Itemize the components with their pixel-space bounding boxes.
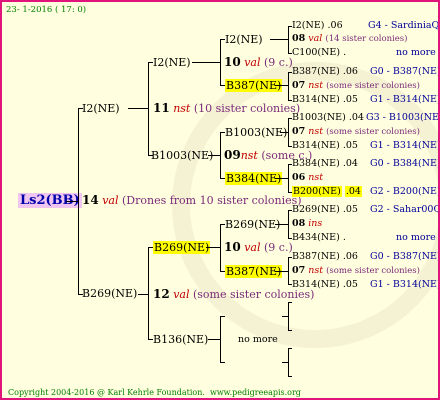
row-b387-g4a[interactable]: B387(NE) .06 bbox=[292, 66, 358, 78]
row-b200-g4[interactable]: B200(NE) .04 bbox=[292, 186, 362, 198]
row-b314-g4a-code: G1 - B314(NE) bbox=[370, 94, 440, 105]
row-b314-g4c-code: G1 - B314(NE) bbox=[370, 279, 440, 290]
pedigree-frame: 23- 1-2016 ( 17: 0) Ls2(BB) 14 val (Dron… bbox=[0, 0, 440, 400]
row-b384-g4-code: G0 - B384(NE) bbox=[370, 158, 440, 169]
node-b1003-g3[interactable]: B1003(NE) bbox=[225, 126, 287, 140]
node-b269-g2[interactable]: B269(NE) bbox=[153, 241, 211, 255]
gen3-drones-10a: 10 val (9 c.) bbox=[224, 55, 293, 69]
row-06-g4: 06 nst bbox=[292, 172, 324, 183]
gen3-drones-10b: 10 val (9 c.) bbox=[224, 240, 293, 254]
node-b269-g3[interactable]: B269(NE) bbox=[225, 218, 280, 232]
date-stamp: 23- 1-2016 ( 17: 0) bbox=[6, 5, 87, 15]
row-i2-g4-code: G4 - SardiniaQ bbox=[368, 20, 440, 31]
row-07-g4c: 07 nst (some sister colonies) bbox=[292, 265, 420, 276]
no-more-b136: no more bbox=[238, 334, 278, 345]
row-b384-g4[interactable]: B384(NE) .04 bbox=[292, 158, 358, 170]
row-08-g4: 08 val (14 sister colonies) bbox=[292, 33, 408, 44]
node-b387-g3a[interactable]: B387(NE) bbox=[225, 79, 283, 93]
node-b387-g3b[interactable]: B387(NE) bbox=[225, 265, 283, 279]
gen1-drones: 14 val (Drones from 10 sister colonies) bbox=[82, 193, 302, 207]
row-b314-g4b-code: G1 - B314(NE) bbox=[370, 140, 440, 151]
row-b434-g4[interactable]: B434(NE) . bbox=[292, 232, 346, 244]
node-i2-g2[interactable]: I2(NE) bbox=[153, 56, 191, 70]
gen2-drones-12: 12 val (some sister colonies) bbox=[153, 287, 315, 301]
row-b314-g4a[interactable]: B314(NE) .05 bbox=[292, 94, 358, 106]
row-b1003-g4[interactable]: B1003(NE) .04 bbox=[292, 112, 364, 124]
row-08-g4b: 08 ins bbox=[292, 218, 323, 229]
row-b434-g4-code: no more bbox=[396, 232, 436, 243]
node-i2-g3[interactable]: I2(NE) bbox=[225, 33, 263, 47]
row-b387-g4b[interactable]: B387(NE) .06 bbox=[292, 251, 358, 263]
node-b384-g3[interactable]: B384(NE) bbox=[225, 172, 283, 186]
row-07-g4b: 07 nst (some sister colonies) bbox=[292, 126, 420, 137]
footer: Copyright 2004-2016 @ Karl Kehrle Founda… bbox=[8, 388, 301, 397]
row-b269-g4[interactable]: B269(NE) .05 bbox=[292, 204, 358, 216]
row-07-g4a: 07 nst (some sister colonies) bbox=[292, 80, 420, 91]
row-i2-g4[interactable]: I2(NE) .06 bbox=[292, 20, 343, 32]
gen2-drones-11: 11 nst (10 sister colonies) bbox=[153, 101, 301, 115]
row-b387-g4a-code: G0 - B387(NE) bbox=[370, 66, 440, 77]
row-b1003-g4-code: G3 - B1003(NE) bbox=[366, 112, 440, 123]
node-b269[interactable]: B269(NE) bbox=[82, 287, 137, 301]
node-i2[interactable]: I2(NE) bbox=[82, 102, 120, 116]
row-b314-g4b[interactable]: B314(NE) .05 bbox=[292, 140, 358, 152]
row-c100-g4[interactable]: C100(NE) . bbox=[292, 47, 346, 59]
row-b387-g4b-code: G0 - B387(NE) bbox=[370, 251, 440, 262]
node-b1003-g2[interactable]: B1003(NE) bbox=[151, 149, 213, 163]
node-b136-g2[interactable]: B136(NE) bbox=[153, 333, 208, 347]
row-c100-g4-code: no more bbox=[396, 47, 436, 58]
row-b314-g4c[interactable]: B314(NE) .05 bbox=[292, 279, 358, 291]
row-b269-g4-code: G2 - Sahar00Q bbox=[370, 204, 440, 215]
row-b200-g4-code: G2 - B200(NE) bbox=[370, 186, 440, 197]
